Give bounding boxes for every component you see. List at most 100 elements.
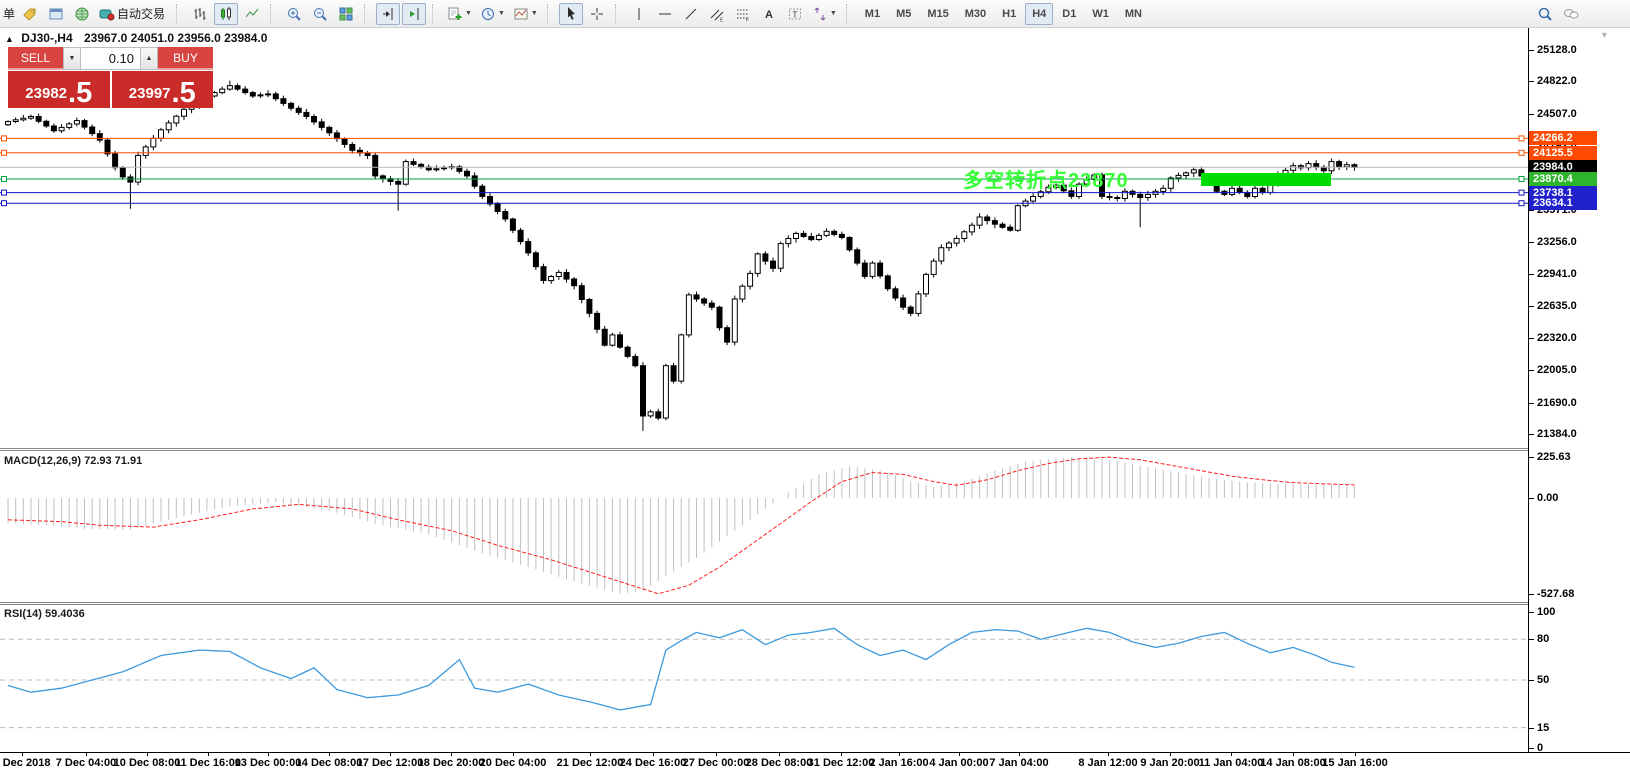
chart-scroll-icon[interactable]: ▼: [1600, 30, 1609, 40]
new-order-icon[interactable]: [18, 3, 42, 25]
buy-price-box[interactable]: 23997 .5: [112, 71, 214, 108]
line-right-anchor[interactable]: [1519, 150, 1524, 155]
timeframe-h1-button[interactable]: H1: [995, 3, 1023, 25]
chat-icon-glyph: [1563, 6, 1579, 22]
timeframe-mn-button[interactable]: MN: [1118, 3, 1149, 25]
macd-histogram: [8, 457, 1354, 594]
trendline-button[interactable]: [679, 3, 703, 25]
rsi-tick: [1529, 728, 1534, 729]
timeframe-m1-button[interactable]: M1: [858, 3, 887, 25]
volume-input[interactable]: 0.10: [81, 47, 140, 70]
signals-icon-glyph: [74, 6, 90, 22]
rsi-tick: [1529, 639, 1534, 640]
rsi-tick: [1529, 680, 1534, 681]
signals-icon[interactable]: [70, 3, 94, 25]
chart-shift-button[interactable]: [376, 3, 400, 25]
line-right-anchor[interactable]: [1519, 190, 1524, 195]
price-tick: [1529, 370, 1534, 371]
macd-tick: [1529, 457, 1534, 458]
arrows-button[interactable]: ▼: [809, 3, 840, 25]
date-label: 5 Dec 2018: [0, 757, 50, 769]
arrows-button-dropdown-icon[interactable]: ▼: [830, 10, 837, 17]
search-icon[interactable]: [1533, 3, 1557, 25]
search-icon-glyph: [1537, 6, 1553, 22]
date-label: 18 Dec 20:00: [418, 757, 485, 769]
line-left-anchor[interactable]: [2, 190, 7, 195]
date-label: 17 Dec 12:00: [357, 757, 424, 769]
line-price-label: 24266.2: [1529, 131, 1597, 145]
line-left-anchor[interactable]: [2, 177, 7, 182]
volume-up-button[interactable]: ▲: [140, 47, 158, 70]
vertical-line-button[interactable]: [627, 3, 651, 25]
collapse-icon[interactable]: ▲: [5, 34, 14, 44]
price-tick: [1529, 434, 1534, 435]
periods-button[interactable]: ▼: [477, 3, 508, 25]
indicators-button-dropdown-icon[interactable]: ▼: [465, 10, 472, 17]
buy-button[interactable]: BUY: [158, 47, 213, 70]
date-label: 10 Dec 08:00: [114, 757, 181, 769]
text-label-glyph: T: [787, 6, 803, 22]
indicators-button[interactable]: ▼: [444, 3, 475, 25]
rsi-scale-label: 50: [1537, 674, 1549, 686]
volume-down-button[interactable]: ▼: [63, 47, 81, 70]
timeframe-m5-button[interactable]: M5: [889, 3, 918, 25]
horizontal-line-button[interactable]: [653, 3, 677, 25]
price-tick: [1529, 210, 1534, 211]
templates-button[interactable]: ▼: [510, 3, 541, 25]
zoom-out-button[interactable]: [308, 3, 332, 25]
timeframe-h4-button[interactable]: H4: [1025, 3, 1053, 25]
templates-button-dropdown-icon[interactable]: ▼: [531, 10, 538, 17]
candlestick-chart-button[interactable]: [214, 3, 238, 25]
price-tick-label: 22635.0: [1537, 300, 1577, 312]
price-tick: [1529, 306, 1534, 307]
timeframe-w1-button[interactable]: W1: [1085, 3, 1116, 25]
rsi-tick: [1529, 748, 1534, 749]
timeframe-m30-button[interactable]: M30: [958, 3, 993, 25]
line-left-anchor[interactable]: [2, 150, 7, 155]
autotrading-button[interactable]: 自动交易: [96, 3, 170, 25]
line-chart-button[interactable]: [240, 3, 264, 25]
line-price-label: 23870.4: [1529, 172, 1597, 186]
line-right-anchor[interactable]: [1519, 136, 1524, 141]
zoom-in-button[interactable]: [282, 3, 306, 25]
autotrading-glyph: [99, 6, 115, 22]
line-right-anchor[interactable]: [1519, 177, 1524, 182]
timeframe-m15-button[interactable]: M15: [920, 3, 955, 25]
pane-divider-macd[interactable]: [0, 448, 1528, 451]
text-label-button[interactable]: T: [783, 3, 807, 25]
bar-chart-button[interactable]: [188, 3, 212, 25]
date-label: 27 Dec 00:00: [683, 757, 750, 769]
market-watch-icon[interactable]: [44, 3, 68, 25]
chart-canvas[interactable]: [0, 0, 1630, 773]
fibonacci-button[interactable]: F: [731, 3, 755, 25]
chat-icon[interactable]: [1559, 3, 1583, 25]
tile-windows-button[interactable]: [334, 3, 358, 25]
periods-button-dropdown-icon[interactable]: ▼: [498, 10, 505, 17]
rsi-scale-label: 15: [1537, 722, 1549, 734]
price-tick-label: 21384.0: [1537, 428, 1577, 440]
crosshair-button[interactable]: [585, 3, 609, 25]
time-axis-line[interactable]: [0, 752, 1630, 753]
cursor-button[interactable]: [559, 3, 583, 25]
text-button[interactable]: A: [757, 3, 781, 25]
price-tick: [1529, 242, 1534, 243]
auto-scroll-button[interactable]: [402, 3, 426, 25]
price-tick: [1529, 403, 1534, 404]
equidistant-channel-button[interactable]: E: [705, 3, 729, 25]
zoom-in-glyph: [286, 6, 302, 22]
timeframe-d1-button[interactable]: D1: [1055, 3, 1083, 25]
line-right-anchor[interactable]: [1519, 201, 1524, 206]
sell-button[interactable]: SELL: [8, 47, 63, 70]
highlight-rectangle[interactable]: [1201, 173, 1331, 186]
line-left-anchor[interactable]: [2, 201, 7, 206]
time-tick: [208, 752, 209, 756]
price-tick: [1529, 50, 1534, 51]
autotrading-button-label: 自动交易: [115, 5, 167, 22]
pane-divider-rsi[interactable]: [0, 602, 1528, 605]
chart-annotation-text[interactable]: 多空转折点23870: [963, 164, 1129, 193]
date-label: 28 Dec 08:00: [746, 757, 813, 769]
sell-price-box[interactable]: 23982 .5: [8, 71, 110, 108]
toolbar-separator: [846, 4, 853, 24]
line-left-anchor[interactable]: [2, 136, 7, 141]
time-tick: [959, 752, 960, 756]
